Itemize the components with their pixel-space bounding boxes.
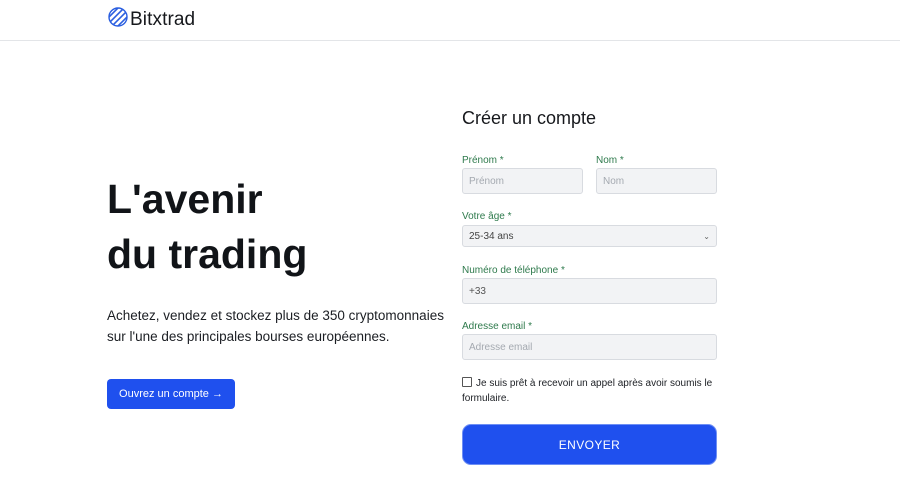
brand-name: Bitxtrad bbox=[130, 8, 196, 30]
chevron-down-icon: ⌄ bbox=[703, 231, 710, 241]
consent-label: Je suis prêt à recevoir un appel après a… bbox=[462, 378, 713, 404]
consent-checkbox[interactable] bbox=[462, 377, 472, 387]
required-mark: * bbox=[619, 155, 624, 166]
hero-subtitle: Achetez, vendez et stockez plus de 350 c… bbox=[107, 308, 444, 344]
age-label: Votre âge * bbox=[462, 211, 512, 222]
hero-title: L'avenir du trading bbox=[107, 172, 307, 282]
required-mark: * bbox=[528, 321, 533, 332]
phone-input[interactable] bbox=[462, 278, 717, 304]
last-name-label: Nom * bbox=[596, 155, 624, 166]
brand-logo[interactable]: Bitxtrad bbox=[108, 7, 195, 32]
last-name-input[interactable] bbox=[596, 168, 717, 194]
hero-title-line-1: L'avenir bbox=[107, 176, 263, 222]
required-mark: * bbox=[507, 211, 512, 222]
age-select-value: 25-34 ans bbox=[469, 230, 514, 242]
top-navigation-bar: Bitxtrad bbox=[0, 0, 900, 41]
email-label: Adresse email * bbox=[462, 321, 533, 332]
open-account-button[interactable]: Ouvrez un compte → bbox=[107, 379, 235, 409]
email-input[interactable] bbox=[462, 334, 717, 360]
submit-button[interactable]: ENVOYER bbox=[462, 424, 717, 465]
phone-label: Numéro de téléphone * bbox=[462, 265, 565, 276]
first-name-input[interactable] bbox=[462, 168, 583, 194]
consent-row: Je suis prêt à recevoir un appel après a… bbox=[462, 376, 722, 406]
required-mark: * bbox=[560, 265, 565, 276]
form-title: Créer un compte bbox=[462, 108, 597, 128]
first-name-label: Prénom * bbox=[462, 155, 504, 166]
age-select[interactable]: 25-34 ans ⌄ bbox=[462, 225, 717, 247]
required-mark: * bbox=[499, 155, 504, 166]
hero-title-line-2: du trading bbox=[107, 231, 308, 277]
striped-globe-icon bbox=[108, 7, 128, 32]
